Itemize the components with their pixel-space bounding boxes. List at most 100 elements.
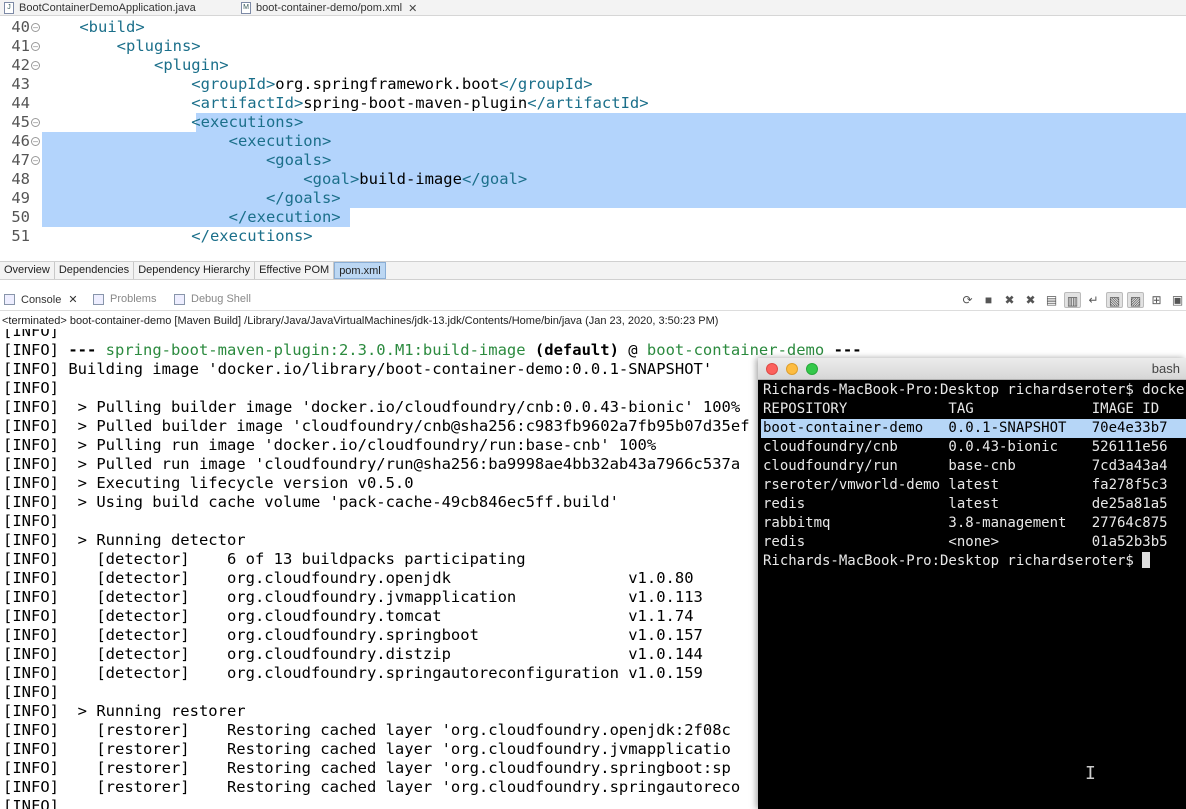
code-line[interactable]: 44 <artifactId>spring-boot-maven-plugin<… bbox=[0, 94, 1186, 113]
terminal-text: rabbitmq 3.8-management 27764c875 bbox=[763, 515, 1168, 531]
line-number: 41 bbox=[11, 37, 30, 55]
remove-all-launches-icon[interactable]: ✖ bbox=[1022, 292, 1039, 308]
terminal-window[interactable]: bash Richards-MacBook-Pro:Desktop richar… bbox=[758, 358, 1186, 809]
line-number: 48 bbox=[11, 170, 30, 188]
fold-toggle-icon[interactable]: – bbox=[31, 61, 40, 70]
code-text: </execution> bbox=[42, 208, 341, 227]
tab-problems[interactable]: Problems bbox=[93, 293, 156, 305]
console-line: [INFO] > Executing lifecycle version v0.… bbox=[3, 474, 414, 493]
fold-toggle-icon[interactable]: – bbox=[31, 156, 40, 165]
console-text: [INFO] bbox=[3, 512, 59, 530]
line-number: 40 bbox=[11, 18, 30, 36]
terminal-text: rseroter/vmworld-demo latest fa278f5c3 bbox=[763, 477, 1168, 493]
xml-tag: <plugin> bbox=[42, 56, 229, 74]
code-line[interactable]: 40– <build> bbox=[0, 18, 1186, 37]
clear-console-icon[interactable]: ▤ bbox=[1043, 292, 1060, 308]
text-cursor-icon: I bbox=[1085, 763, 1096, 784]
fold-toggle-icon[interactable]: – bbox=[31, 23, 40, 32]
code-line[interactable]: 49 </goals> bbox=[0, 189, 1186, 208]
code-line[interactable]: 45– <executions> bbox=[0, 113, 1186, 132]
console-text: [INFO] > Pulling run image 'docker.io/cl… bbox=[3, 436, 657, 454]
problems-icon bbox=[93, 293, 104, 305]
tab-pom-xml[interactable]: pom.xml bbox=[334, 262, 386, 279]
tab-overview[interactable]: Overview bbox=[0, 262, 55, 279]
console-text: [INFO] > Pulling builder image 'docker.i… bbox=[3, 398, 741, 416]
xml-tag: <execution> bbox=[42, 132, 332, 150]
xml-tag: <goals> bbox=[42, 151, 332, 169]
terminal-text: redis <none> 01a52b3b5 bbox=[763, 534, 1168, 550]
code-line[interactable]: 42– <plugin> bbox=[0, 56, 1186, 75]
code-line[interactable]: 51 </executions> bbox=[0, 227, 1186, 246]
console-line: [INFO] [detector] 6 of 13 buildpacks par… bbox=[3, 550, 526, 569]
console-text: [INFO] bbox=[3, 683, 59, 701]
line-number: 49 bbox=[11, 189, 30, 207]
minimize-window-icon[interactable] bbox=[786, 363, 798, 375]
code-line[interactable]: 50 </execution> bbox=[0, 208, 1186, 227]
console-line: [INFO] > Pulling run image 'docker.io/cl… bbox=[3, 436, 656, 455]
editor-tab-application-java[interactable]: J BootContainerDemoApplication.java bbox=[4, 0, 196, 16]
console-text: [INFO] Building image 'docker.io/library… bbox=[3, 360, 713, 378]
display-console-icon[interactable]: ▣ bbox=[1169, 292, 1186, 308]
console-icon bbox=[4, 294, 15, 305]
xml-text: build-image bbox=[359, 170, 462, 188]
console-line: [INFO] > Using build cache volume 'pack-… bbox=[3, 493, 619, 512]
code-line[interactable]: 46– <execution> bbox=[0, 132, 1186, 151]
close-icon[interactable]: ✕ bbox=[68, 293, 77, 306]
console-text: --- bbox=[824, 341, 862, 359]
terminal-prompt-line: Richards-MacBook-Pro:Desktop richardsero… bbox=[763, 381, 1186, 400]
console-text: [INFO] > Pulled builder image 'cloudfoun… bbox=[3, 417, 750, 435]
code-line[interactable]: 47– <goals> bbox=[0, 151, 1186, 170]
tab-console[interactable]: Console ✕ bbox=[4, 293, 78, 306]
console-text: [INFO] > Running restorer bbox=[3, 702, 246, 720]
relaunch-icon[interactable]: ⟳ bbox=[959, 292, 976, 308]
xml-tag: </goal> bbox=[461, 170, 528, 188]
fold-toggle-icon[interactable]: – bbox=[31, 118, 40, 127]
xml-tag: </execution> bbox=[42, 208, 341, 226]
terminal-title-bar: bash bbox=[758, 358, 1186, 380]
fold-toggle-icon[interactable]: – bbox=[31, 137, 40, 146]
console-launch-description: <terminated> boot-container-demo [Maven … bbox=[2, 315, 719, 327]
tab-effective-pom[interactable]: Effective POM bbox=[255, 262, 335, 279]
console-text: spring-boot-maven-plugin:2.3.0.M1:build-… bbox=[105, 341, 526, 359]
scroll-lock-icon[interactable]: ▥ bbox=[1064, 292, 1081, 308]
xml-tag: <executions> bbox=[42, 113, 304, 131]
code-text: <plugins> bbox=[42, 37, 201, 56]
code-line[interactable]: 48 <goal>build-image</goal> bbox=[0, 170, 1186, 189]
terminal-text: Richards-MacBook-Pro:Desktop richardsero… bbox=[763, 553, 1143, 569]
fold-toggle-icon[interactable]: – bbox=[31, 42, 40, 51]
terminal-title: bash bbox=[1151, 361, 1180, 376]
maximize-window-icon[interactable] bbox=[806, 363, 818, 375]
pin-console-icon[interactable]: ⊞ bbox=[1148, 292, 1165, 308]
terminate-icon[interactable]: ■ bbox=[980, 292, 997, 308]
console-line: [INFO] bbox=[3, 512, 59, 531]
show-on-output-icon[interactable]: ▧ bbox=[1106, 292, 1123, 308]
console-line: [INFO] [detector] org.cloudfoundry.distz… bbox=[3, 645, 703, 664]
terminal-text: boot-container-demo 0.0.1-SNAPSHOT 70e4e… bbox=[763, 420, 1168, 436]
show-on-error-icon[interactable]: ▨ bbox=[1127, 292, 1144, 308]
tab-debug-shell[interactable]: Debug Shell bbox=[174, 293, 251, 305]
code-line[interactable]: 41– <plugins> bbox=[0, 37, 1186, 56]
console-line: [INFO] [restorer] Restoring cached layer… bbox=[3, 759, 731, 778]
tab-dependencies[interactable]: Dependencies bbox=[55, 262, 135, 279]
console-line: [INFO] [detector] org.cloudfoundry.sprin… bbox=[3, 664, 703, 683]
console-text: [INFO] > Using build cache volume 'pack-… bbox=[3, 493, 619, 511]
console-text: [INFO] > Running detector bbox=[3, 531, 246, 549]
code-text: <executions> bbox=[42, 113, 303, 132]
docker-image-row: boot-container-demo 0.0.1-SNAPSHOT 70e4e… bbox=[763, 419, 1168, 438]
code-line[interactable]: 43 <groupId>org.springframework.boot</gr… bbox=[0, 75, 1186, 94]
docker-image-row: redis <none> 01a52b3b5 bbox=[763, 533, 1168, 552]
code-text: </executions> bbox=[42, 227, 312, 246]
tab-problems-label: Problems bbox=[110, 293, 157, 305]
word-wrap-icon[interactable]: ↵ bbox=[1085, 292, 1102, 308]
close-window-icon[interactable] bbox=[766, 363, 778, 375]
code-editor[interactable]: 40– <build> 41– <plugins> 42– <plugin> 43 <… bbox=[0, 18, 1186, 249]
xml-tag: <goal> bbox=[42, 170, 360, 188]
code-text: <build> bbox=[42, 18, 144, 37]
console-line: [INFO] bbox=[3, 379, 59, 398]
close-icon[interactable]: ✕ bbox=[408, 2, 417, 15]
console-text: [INFO] [detector] org.cloudfoundry.tomca… bbox=[3, 607, 694, 625]
remove-launch-icon[interactable]: ✖ bbox=[1001, 292, 1018, 308]
console-line: [INFO] > Pulling builder image 'docker.i… bbox=[3, 398, 740, 417]
tab-dependency-hierarchy[interactable]: Dependency Hierarchy bbox=[134, 262, 256, 279]
editor-tab-pom-xml[interactable]: M boot-container-demo/pom.xml ✕ bbox=[241, 0, 417, 16]
